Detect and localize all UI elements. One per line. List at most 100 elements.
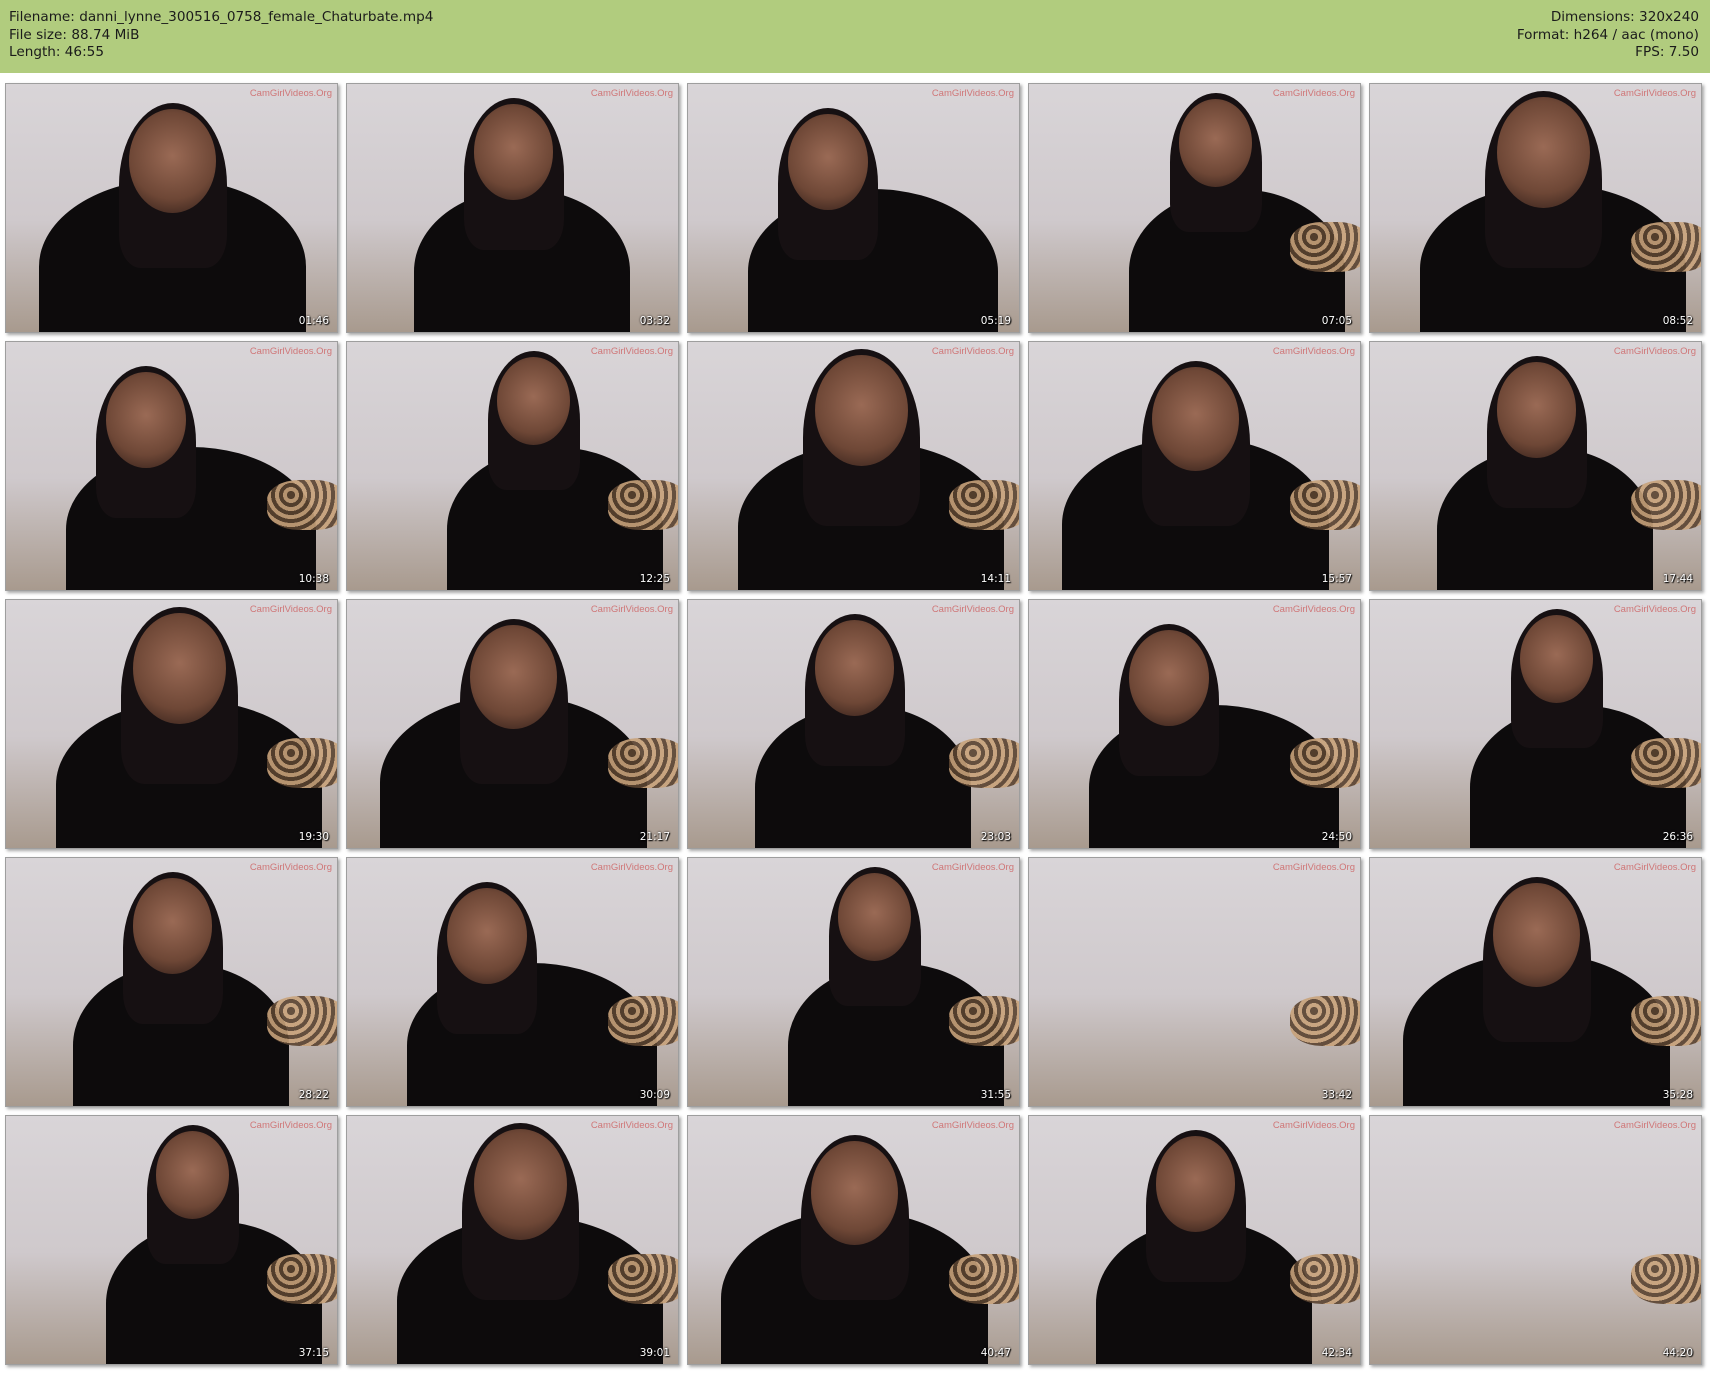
watermark: CamGirlVideos.Org (1613, 346, 1696, 357)
leopard-pillow (1631, 1253, 1701, 1304)
leopard-pillow (267, 1253, 337, 1304)
thumbnail: CamGirlVideos.Org 14:11 (687, 341, 1020, 591)
thumbnail-timestamp: 07:05 (1321, 315, 1352, 327)
thumbnail: CamGirlVideos.Org 17:44 (1369, 341, 1702, 591)
watermark: CamGirlVideos.Org (1272, 604, 1355, 615)
leopard-pillow (608, 1253, 678, 1304)
thumbnail: CamGirlVideos.Org 19:30 (5, 599, 338, 849)
thumbnail: CamGirlVideos.Org 26:36 (1369, 599, 1702, 849)
face-shape (155, 1131, 230, 1219)
thumbnail-timestamp: 40:47 (980, 1347, 1011, 1359)
thumbnail: CamGirlVideos.Org 28:22 (5, 857, 338, 1107)
thumbnail-timestamp: 05:19 (980, 315, 1011, 327)
thumbnail: CamGirlVideos.Org 39:01 (346, 1115, 679, 1365)
thumbnail: CamGirlVideos.Org 37:15 (5, 1115, 338, 1365)
thumbnail-timestamp: 23:03 (980, 831, 1011, 843)
face-shape (811, 1141, 898, 1245)
face-shape (787, 114, 868, 210)
leopard-pillow (949, 995, 1019, 1046)
leopard-pillow (267, 737, 337, 788)
thumbnail-timestamp: 10:38 (298, 573, 329, 585)
face-shape (496, 357, 571, 445)
leopard-pillow (1290, 737, 1360, 788)
face-shape (105, 372, 186, 468)
thumbnail: CamGirlVideos.Org 10:38 (5, 341, 338, 591)
face-shape (446, 888, 527, 984)
watermark: CamGirlVideos.Org (931, 862, 1014, 873)
thumbnail-timestamp: 39:01 (639, 1347, 670, 1359)
thumbnail-timestamp: 21:17 (639, 831, 670, 843)
thumbnail: CamGirlVideos.Org 30:09 (346, 857, 679, 1107)
face-shape (473, 1128, 567, 1241)
watermark: CamGirlVideos.Org (1272, 862, 1355, 873)
watermark: CamGirlVideos.Org (1613, 1120, 1696, 1131)
watermark: CamGirlVideos.Org (590, 1120, 673, 1131)
leopard-pillow (267, 479, 337, 530)
leopard-pillow (608, 737, 678, 788)
thumbnail-timestamp: 37:15 (298, 1347, 329, 1359)
thumbnail: CamGirlVideos.Org 42:34 (1028, 1115, 1361, 1365)
thumbnail-timestamp: 17:44 (1662, 573, 1693, 585)
watermark: CamGirlVideos.Org (1272, 1120, 1355, 1131)
watermark: CamGirlVideos.Org (249, 604, 332, 615)
face-shape (132, 612, 226, 725)
watermark: CamGirlVideos.Org (590, 604, 673, 615)
thumbnail: CamGirlVideos.Org 24:50 (1028, 599, 1361, 849)
face-shape (1493, 883, 1580, 987)
leopard-pillow (1290, 479, 1360, 530)
leopard-pillow (1290, 1253, 1360, 1304)
face-shape (1496, 362, 1577, 458)
face-shape (473, 104, 554, 200)
leopard-pillow (949, 737, 1019, 788)
thumbnail: CamGirlVideos.Org 31:55 (687, 857, 1020, 1107)
face-shape (837, 873, 912, 961)
thumbnail-timestamp: 19:30 (298, 831, 329, 843)
thumbnail-timestamp: 14:11 (980, 573, 1011, 585)
leopard-pillow (1631, 221, 1701, 272)
watermark: CamGirlVideos.Org (931, 88, 1014, 99)
thumbnail: CamGirlVideos.Org 12:25 (346, 341, 679, 591)
face-shape (814, 620, 895, 716)
leopard-pillow (267, 995, 337, 1046)
thumbnail: CamGirlVideos.Org 08:52 (1369, 83, 1702, 333)
thumbnail-timestamp: 31:55 (980, 1089, 1011, 1101)
watermark: CamGirlVideos.Org (931, 1120, 1014, 1131)
watermark: CamGirlVideos.Org (1613, 604, 1696, 615)
watermark: CamGirlVideos.Org (590, 346, 673, 357)
thumbnail-timestamp: 28:22 (298, 1089, 329, 1101)
leopard-pillow (1290, 995, 1360, 1046)
thumbnail-timestamp: 01:46 (298, 315, 329, 327)
watermark: CamGirlVideos.Org (1613, 88, 1696, 99)
watermark: CamGirlVideos.Org (931, 346, 1014, 357)
thumbnail-timestamp: 42:34 (1321, 1347, 1352, 1359)
leopard-pillow (1631, 479, 1701, 530)
thumbnail-timestamp: 26:36 (1662, 831, 1693, 843)
face-shape (1128, 630, 1209, 726)
thumbnail: CamGirlVideos.Org 40:47 (687, 1115, 1020, 1365)
watermark: CamGirlVideos.Org (590, 862, 673, 873)
watermark: CamGirlVideos.Org (249, 88, 332, 99)
thumbnail: CamGirlVideos.Org 01:46 (5, 83, 338, 333)
watermark: CamGirlVideos.Org (590, 88, 673, 99)
watermark: CamGirlVideos.Org (249, 346, 332, 357)
thumbnail: CamGirlVideos.Org 33:42 (1028, 857, 1361, 1107)
watermark: CamGirlVideos.Org (1272, 88, 1355, 99)
thumbnail: CamGirlVideos.Org 07:05 (1028, 83, 1361, 333)
face-shape (1178, 99, 1253, 187)
face-shape (470, 625, 557, 729)
face-shape (132, 878, 213, 974)
leopard-pillow (1631, 737, 1701, 788)
face-shape (1152, 367, 1239, 471)
thumbnail: CamGirlVideos.Org 44:20 (1369, 1115, 1702, 1365)
watermark: CamGirlVideos.Org (1613, 862, 1696, 873)
thumbnail-grid: CamGirlVideos.Org 01:46 CamGirlVideos.Org 0… (0, 0, 1710, 1373)
thumbnail: CamGirlVideos.Org 35:28 (1369, 857, 1702, 1107)
leopard-pillow (1290, 221, 1360, 272)
thumbnail-timestamp: 35:28 (1662, 1089, 1693, 1101)
thumbnail-timestamp: 24:50 (1321, 831, 1352, 843)
face-shape (1519, 615, 1594, 703)
thumbnail: CamGirlVideos.Org 15:57 (1028, 341, 1361, 591)
thumbnail: CamGirlVideos.Org 21:17 (346, 599, 679, 849)
thumbnail: CamGirlVideos.Org 23:03 (687, 599, 1020, 849)
face-shape (129, 109, 216, 213)
